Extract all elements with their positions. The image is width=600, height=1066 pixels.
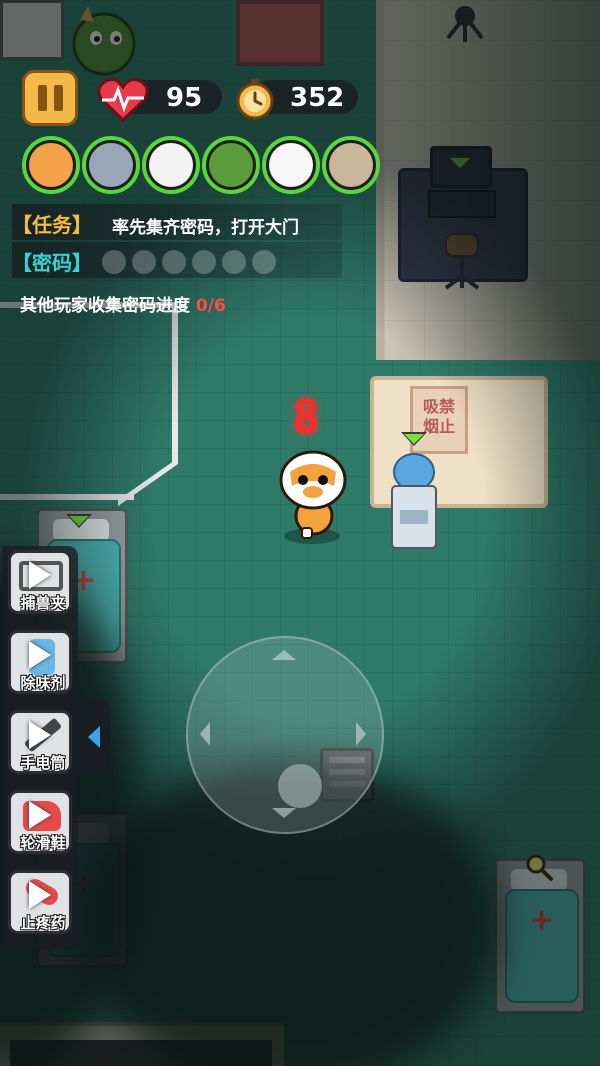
play-icon (29, 881, 51, 909)
health-value: 95 (166, 83, 203, 113)
tool-label: 止疼药 (20, 914, 66, 932)
chicken-avatar-icon (149, 143, 193, 187)
stopwatch-icon (236, 79, 274, 120)
password-slot (192, 250, 216, 274)
search-icon[interactable] (524, 852, 554, 882)
task-text: 率先集齐密码，打开大门 (112, 218, 299, 238)
tool-painkiller[interactable]: 止疼药 (8, 870, 72, 934)
play-icon (29, 801, 51, 829)
joystick-down-icon (272, 808, 296, 818)
play-icon (29, 561, 51, 589)
water-dispenser[interactable] (388, 452, 440, 552)
task-row: 【任务】 率先集齐密码，打开大门 (12, 204, 342, 240)
others-progress: 其他玩家收集密码进度 0/6 (20, 291, 226, 316)
tool-label: 除味剂 (20, 674, 66, 692)
joystick-knob[interactable] (278, 764, 322, 808)
password-tag: 【密码】 (12, 251, 92, 275)
interact-marker-icon[interactable] (401, 432, 427, 446)
interact-marker-icon[interactable] (66, 514, 92, 528)
password-slot (102, 250, 126, 274)
play-icon (29, 641, 51, 669)
player-avatar[interactable] (142, 136, 200, 194)
virtual-joystick[interactable] (186, 636, 384, 834)
tool-trap[interactable]: 捕兽夹 (8, 550, 72, 614)
password-slot (162, 250, 186, 274)
password-slot (222, 250, 246, 274)
tiger-player-character (279, 450, 347, 544)
tool-label: 捕兽夹 (20, 594, 66, 612)
joystick-left-icon (200, 722, 210, 746)
joystick-right-icon (356, 722, 366, 746)
hud-top: 95 352 【任务】 率先集齐密码，打开大门 【密码】 其他玩家收集密码进度 … (0, 0, 600, 320)
joystick-up-icon (272, 650, 296, 660)
tool-rollerskate[interactable]: 轮滑鞋 (8, 790, 72, 854)
heart-icon (97, 78, 149, 122)
player-avatar[interactable] (202, 136, 260, 194)
player-avatar[interactable] (82, 136, 140, 194)
coin-value: 352 (290, 83, 345, 113)
mummy-avatar-icon (329, 143, 373, 187)
tool-spray[interactable]: 除味剂 (8, 630, 72, 694)
player-avatar[interactable] (22, 136, 80, 194)
play-icon (29, 721, 51, 749)
pause-button[interactable] (22, 70, 78, 126)
floor-line (172, 302, 178, 462)
progress-value: 0/6 (195, 296, 226, 316)
wolf-avatar-icon (89, 143, 133, 187)
tool-flashlight[interactable]: 手电筒 (8, 710, 72, 774)
dragon-avatar-icon (209, 143, 253, 187)
player-avatar[interactable] (322, 136, 380, 194)
progress-label: 其他玩家收集密码进度 (20, 296, 190, 316)
player-avatar[interactable] (262, 136, 320, 194)
countdown-timer: 8 (292, 390, 320, 444)
tiger-avatar-icon (29, 143, 73, 187)
chevron-left-icon (88, 726, 100, 748)
toolbar-collapse-tab[interactable] (78, 700, 110, 774)
password-slot (252, 250, 276, 274)
tool-label: 手电筒 (20, 754, 66, 772)
cow-avatar-icon (269, 143, 313, 187)
task-tag: 【任务】 (12, 213, 92, 237)
item-toolbar: 捕兽夹 除味剂 手电筒 轮滑鞋 止疼药 (2, 546, 78, 950)
password-slot (132, 250, 156, 274)
sign-text: 吸禁 烟止 (422, 397, 455, 436)
floor-line (0, 494, 134, 500)
tool-label: 轮滑鞋 (20, 834, 66, 852)
